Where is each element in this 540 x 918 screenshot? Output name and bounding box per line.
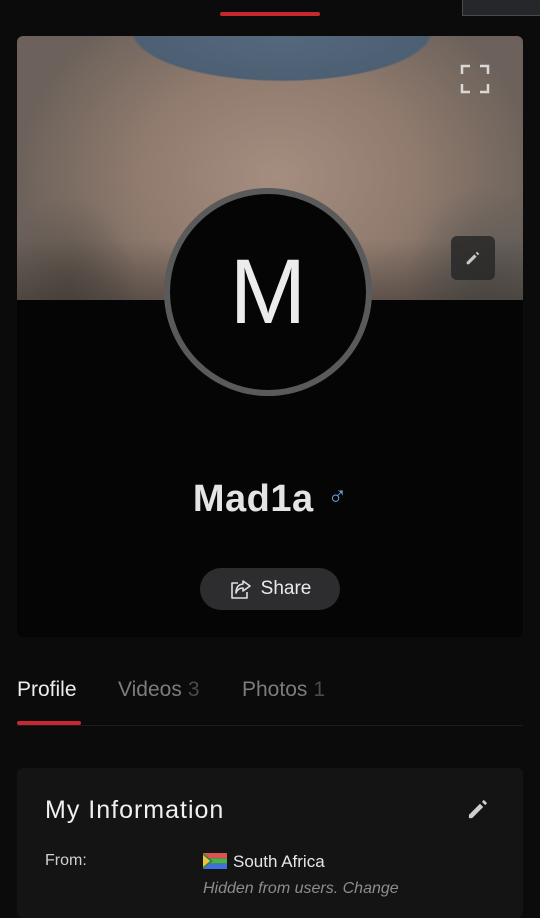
- south-africa-flag-icon: [203, 853, 227, 869]
- pencil-icon: [466, 251, 480, 265]
- tab-photos[interactable]: Photos 1: [242, 678, 325, 702]
- pencil-icon[interactable]: [465, 796, 491, 822]
- tab-videos-count: 3: [187, 678, 200, 701]
- top-indicator: [220, 12, 320, 16]
- tab-profile[interactable]: Profile: [17, 678, 77, 702]
- name-row: Mad1a ♂: [17, 478, 523, 521]
- from-privacy-note[interactable]: Hidden from users. Change: [203, 878, 463, 900]
- info-title: My Information: [45, 796, 225, 824]
- share-button[interactable]: Share: [200, 568, 340, 610]
- avatar[interactable]: M: [164, 188, 372, 396]
- expand-icon[interactable]: [460, 64, 490, 94]
- profile-tabs: Profile Videos 3 Photos 1: [17, 670, 523, 726]
- active-tab-indicator: [17, 721, 81, 725]
- tab-videos[interactable]: Videos 3: [118, 678, 200, 702]
- tab-photos-count: 1: [313, 678, 326, 701]
- my-information-card: My Information From: South Africa Hidden…: [17, 768, 523, 918]
- from-label: From:: [45, 852, 87, 869]
- share-label: Share: [260, 578, 312, 599]
- top-corner-panel: [462, 0, 540, 16]
- username: Mad1a: [192, 478, 314, 520]
- avatar-letter: M: [229, 241, 307, 343]
- profile-card: M Mad1a ♂ Share: [17, 36, 523, 637]
- male-gender-icon: ♂: [327, 481, 348, 511]
- from-value: South Africa: [233, 852, 325, 871]
- share-icon: [230, 580, 251, 599]
- edit-cover-button[interactable]: [451, 236, 495, 280]
